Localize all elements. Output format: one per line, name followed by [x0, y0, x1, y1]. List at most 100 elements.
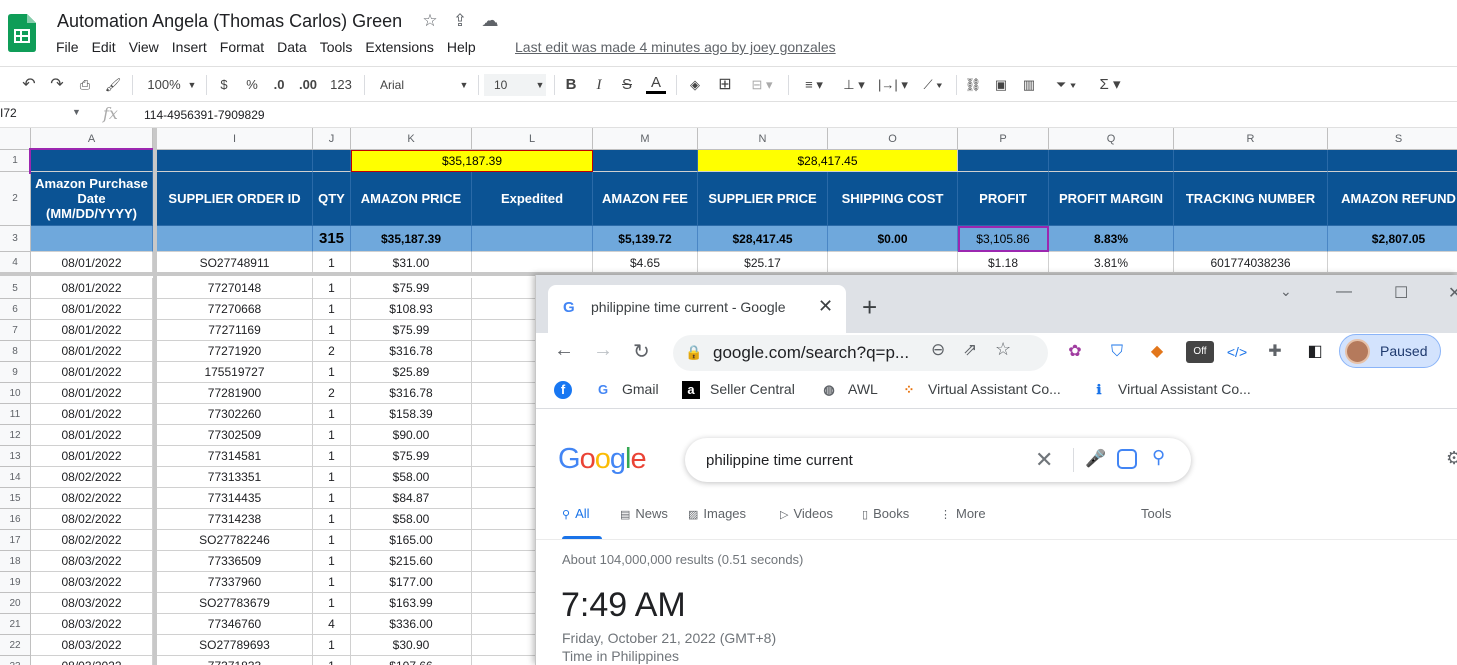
cell[interactable]: $30.90: [351, 635, 472, 656]
column-header-p[interactable]: P: [958, 128, 1049, 150]
cell[interactable]: $165.00: [351, 530, 472, 551]
paint-format-icon[interactable]: 🖌: [102, 74, 124, 96]
column-title[interactable]: Amazon Purchase Date (MM/DD/YYYY): [31, 172, 153, 226]
cell[interactable]: 77302509: [157, 425, 313, 446]
row-header[interactable]: 11: [0, 404, 30, 425]
row-header[interactable]: 13: [0, 446, 30, 467]
bookmark-virtual-assistant-1[interactable]: ⁘ Virtual Assistant Co...: [900, 381, 1061, 399]
bookmark-awl[interactable]: ◍ AWL: [820, 381, 878, 399]
total-cell[interactable]: [472, 226, 593, 252]
document-title[interactable]: Automation Angela (Thomas Carlos) Green: [57, 11, 402, 32]
cell[interactable]: 1: [313, 467, 351, 488]
forward-icon[interactable]: →: [593, 339, 613, 362]
menu-help[interactable]: Help: [447, 39, 482, 59]
cell[interactable]: 77271169: [157, 320, 313, 341]
side-panel-icon[interactable]: ◧: [1304, 341, 1326, 363]
total-cell[interactable]: $5,139.72: [593, 226, 698, 252]
extensions-puzzle-icon[interactable]: ✚: [1264, 341, 1286, 363]
cell[interactable]: $108.93: [351, 299, 472, 320]
cell[interactable]: 601774038236: [1174, 252, 1328, 274]
column-header-s[interactable]: S: [1328, 128, 1457, 150]
cell[interactable]: [1328, 150, 1457, 172]
amazon-price-summary-cell[interactable]: $35,187.39: [351, 150, 593, 172]
row-header[interactable]: 23: [0, 656, 30, 665]
row-header[interactable]: 18: [0, 551, 30, 572]
insert-comment-icon[interactable]: ▣: [990, 74, 1012, 96]
search-icon[interactable]: ⚲: [1152, 447, 1165, 468]
cell[interactable]: 77302260: [157, 404, 313, 425]
bold-icon[interactable]: B: [562, 74, 580, 96]
cell[interactable]: 77346760: [157, 614, 313, 635]
currency-format-button[interactable]: $: [214, 74, 234, 96]
cell[interactable]: $1.18: [958, 252, 1049, 274]
merge-cells-icon[interactable]: ⊟ ▾: [744, 74, 780, 96]
menu-tools[interactable]: Tools: [320, 39, 359, 59]
cell[interactable]: [1328, 252, 1457, 274]
cell[interactable]: [472, 252, 593, 274]
row-header[interactable]: 6: [0, 299, 30, 320]
strikethrough-icon[interactable]: S: [618, 74, 636, 96]
cell[interactable]: 1: [313, 656, 351, 665]
cell[interactable]: 08/01/2022: [31, 383, 153, 404]
cell[interactable]: 77371833: [157, 656, 313, 665]
extension-bug-icon[interactable]: ✿: [1064, 341, 1086, 363]
supplier-price-summary-cell[interactable]: $28,417.45: [698, 150, 958, 172]
cell[interactable]: 08/01/2022: [31, 362, 153, 383]
total-cell[interactable]: [31, 226, 153, 252]
text-color-icon[interactable]: A: [646, 74, 666, 94]
metamask-fox-icon[interactable]: ◆: [1146, 341, 1168, 363]
cell[interactable]: 2: [313, 341, 351, 362]
column-header-q[interactable]: Q: [1049, 128, 1174, 150]
row-header[interactable]: 15: [0, 488, 30, 509]
cell[interactable]: [157, 150, 313, 172]
font-size-chevron-down-icon[interactable]: ▼: [534, 74, 546, 96]
column-title[interactable]: AMAZON FEE: [593, 172, 698, 226]
row-header[interactable]: 5: [0, 278, 30, 299]
insert-chart-icon[interactable]: ▥: [1018, 74, 1040, 96]
cell[interactable]: 77271920: [157, 341, 313, 362]
lock-icon[interactable]: 🔒: [685, 344, 702, 361]
row-header[interactable]: 12: [0, 425, 30, 446]
cell[interactable]: 1: [313, 446, 351, 467]
cell[interactable]: 08/01/2022: [31, 252, 153, 274]
row-header[interactable]: 3: [0, 226, 30, 252]
cell[interactable]: 08/03/2022: [31, 635, 153, 656]
column-title[interactable]: SHIPPING COST: [828, 172, 958, 226]
cell[interactable]: [593, 150, 698, 172]
font-select[interactable]: Arial: [380, 74, 440, 96]
row-header[interactable]: 8: [0, 341, 30, 362]
last-edit-link[interactable]: Last edit was made 4 minutes ago by joey…: [515, 39, 836, 55]
menu-insert[interactable]: Insert: [172, 39, 213, 59]
total-cell[interactable]: [157, 226, 313, 252]
horizontal-align-icon[interactable]: ≡ ▾: [798, 74, 830, 96]
extension-code-icon[interactable]: </>: [1226, 341, 1248, 363]
total-cell[interactable]: 8.83%: [1049, 226, 1174, 252]
row-header[interactable]: 1: [0, 150, 30, 172]
select-all-corner[interactable]: [0, 128, 31, 150]
cell[interactable]: $316.78: [351, 341, 472, 362]
cell[interactable]: [1049, 150, 1174, 172]
cell[interactable]: 77270668: [157, 299, 313, 320]
cell[interactable]: $215.60: [351, 551, 472, 572]
more-formats-button[interactable]: 123: [324, 74, 358, 96]
extension-shield-icon[interactable]: ⛉: [1106, 341, 1128, 363]
zoom-chevron-down-icon[interactable]: ▼: [186, 74, 198, 96]
settings-gear-icon[interactable]: ⚙: [1446, 448, 1457, 469]
insert-link-icon[interactable]: ⛓: [962, 74, 984, 96]
column-header-l[interactable]: L: [472, 128, 593, 150]
cell[interactable]: $25.17: [698, 252, 828, 274]
column-header-k[interactable]: K: [351, 128, 472, 150]
menu-format[interactable]: Format: [220, 39, 270, 59]
row-header[interactable]: 16: [0, 509, 30, 530]
cell[interactable]: 2: [313, 383, 351, 404]
extension-off-icon[interactable]: Off: [1186, 341, 1214, 363]
menu-extensions[interactable]: Extensions: [365, 39, 439, 59]
tab-title[interactable]: philippine time current - Google: [591, 299, 806, 315]
percent-format-button[interactable]: %: [242, 74, 262, 96]
row-header[interactable]: 17: [0, 530, 30, 551]
cell[interactable]: $107.66: [351, 656, 472, 665]
text-wrapping-icon[interactable]: |→| ▾: [876, 74, 910, 96]
cell[interactable]: 08/02/2022: [31, 488, 153, 509]
cell[interactable]: SO27789693: [157, 635, 313, 656]
italic-icon[interactable]: I: [590, 74, 608, 96]
